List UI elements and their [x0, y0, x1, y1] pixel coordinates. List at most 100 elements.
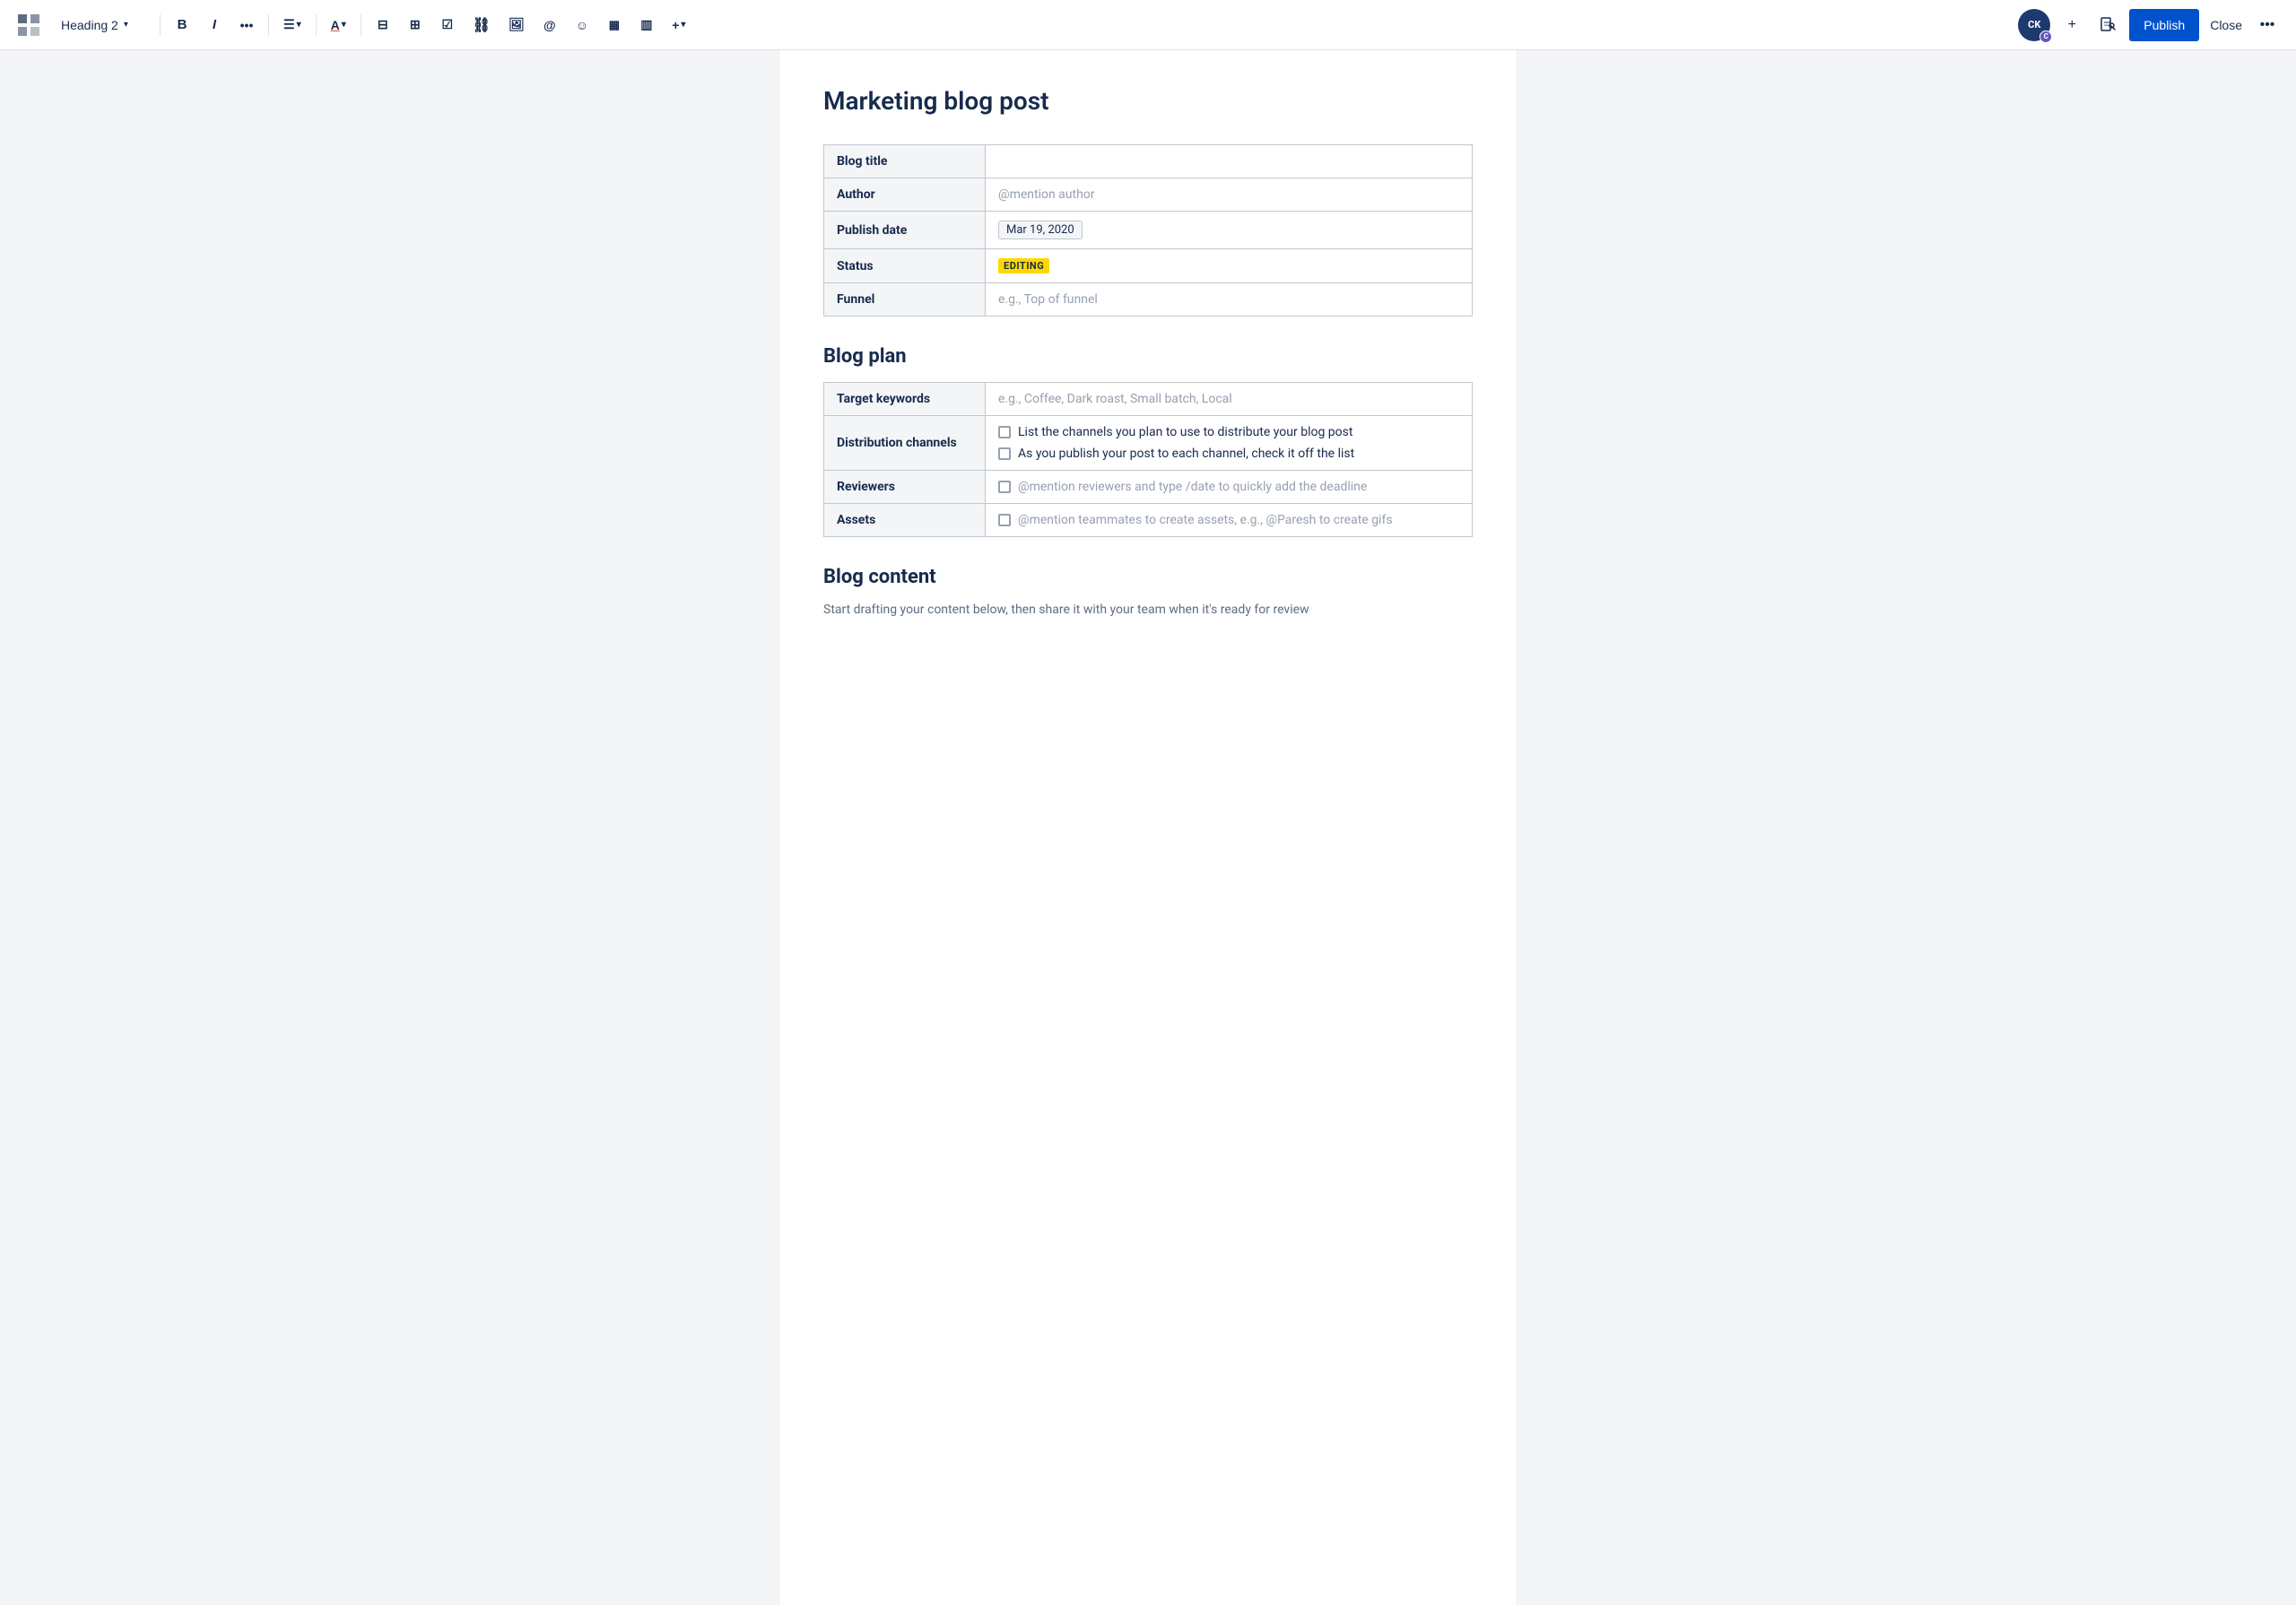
table-row: Funnel e.g., Top of funnel: [824, 283, 1473, 317]
color-icon: A: [331, 18, 340, 32]
checkbox-item: As you publish your post to each channel…: [998, 447, 1459, 461]
overflow-icon: •••: [2260, 17, 2275, 33]
task-list-button[interactable]: ☑: [433, 11, 462, 39]
align-button[interactable]: ☰ ▾: [276, 11, 309, 39]
table-value-publish-date[interactable]: Mar 19, 2020: [986, 212, 1473, 249]
table-label-reviewers: Reviewers: [824, 471, 986, 504]
checkbox-4[interactable]: [998, 514, 1011, 526]
plus-icon: +: [672, 18, 679, 32]
table-value-status[interactable]: EDITING: [986, 249, 1473, 283]
close-label: Close: [2210, 18, 2242, 32]
ellipsis-icon: •••: [240, 18, 254, 32]
date-pill[interactable]: Mar 19, 2020: [998, 221, 1083, 239]
toolbar-divider-1: [160, 14, 161, 36]
checkbox-item: @mention reviewers and type /date to qui…: [998, 480, 1459, 494]
table-row: Status EDITING: [824, 249, 1473, 283]
add-collaborator-button[interactable]: +: [2057, 11, 2086, 39]
layout-button[interactable]: ▥: [632, 11, 661, 39]
avatar-initials: CK: [2028, 19, 2040, 30]
table-value-author[interactable]: @mention author: [986, 178, 1473, 212]
table-row: Assets @mention teammates to create asse…: [824, 504, 1473, 537]
ordered-list-button[interactable]: ⊞: [401, 11, 430, 39]
toolbar-divider-3: [316, 14, 317, 36]
table-row: Distribution channels List the channels …: [824, 416, 1473, 471]
avatar-badge: C: [2039, 30, 2052, 43]
table-row: Author @mention author: [824, 178, 1473, 212]
blog-plan-heading: Blog plan: [823, 345, 1473, 368]
checkbox-label-3: @mention reviewers and type /date to qui…: [1018, 480, 1367, 494]
blog-content-heading: Blog content: [823, 566, 1473, 588]
status-badge[interactable]: EDITING: [998, 258, 1049, 273]
checkbox-item: List the channels you plan to use to dis…: [998, 425, 1459, 439]
mention-button[interactable]: @: [535, 11, 564, 39]
table-label-status: Status: [824, 249, 986, 283]
table-button[interactable]: ▦: [600, 11, 629, 39]
table-icon: ▦: [609, 18, 620, 32]
checkbox-3[interactable]: [998, 481, 1011, 493]
page-title: Marketing blog post: [823, 86, 1473, 116]
overflow-button[interactable]: •••: [2253, 11, 2282, 39]
color-button[interactable]: A ▾: [324, 11, 353, 39]
table-value-assets: @mention teammates to create assets, e.g…: [986, 504, 1473, 537]
table-label-target-keywords: Target keywords: [824, 383, 986, 416]
logo-icon[interactable]: [14, 11, 43, 39]
publish-label: Publish: [2144, 18, 2185, 32]
insert-button[interactable]: + ▾: [665, 11, 693, 39]
add-icon: +: [2068, 17, 2076, 33]
bullet-list-button[interactable]: ⊟: [369, 11, 397, 39]
table-label-assets: Assets: [824, 504, 986, 537]
insert-chevron-icon: ▾: [681, 20, 685, 30]
emoji-button[interactable]: ☺: [568, 11, 596, 39]
save-template-icon: [2100, 17, 2116, 33]
publish-button[interactable]: Publish: [2129, 9, 2199, 41]
toolbar-right: CK C + Publish Close: [2018, 9, 2282, 41]
page-content: Marketing blog post Blog title Author @m…: [780, 50, 1516, 1605]
align-icon: ☰: [283, 17, 295, 32]
table-value-distribution-channels: List the channels you plan to use to dis…: [986, 416, 1473, 471]
table-row: Target keywords e.g., Coffee, Dark roast…: [824, 383, 1473, 416]
checkbox-item: @mention teammates to create assets, e.g…: [998, 513, 1459, 527]
blog-plan-table: Target keywords e.g., Coffee, Dark roast…: [823, 382, 1473, 537]
image-icon: 🖼: [509, 17, 525, 32]
table-row: Blog title: [824, 145, 1473, 178]
mention-icon: @: [544, 18, 556, 32]
italic-button[interactable]: I: [200, 11, 229, 39]
table-label-author: Author: [824, 178, 986, 212]
align-chevron-icon: ▾: [297, 20, 301, 30]
bold-button[interactable]: B: [168, 11, 196, 39]
checkbox-label-4: @mention teammates to create assets, e.g…: [1018, 513, 1393, 527]
chevron-down-icon: ▾: [124, 20, 128, 30]
checkbox-2[interactable]: [998, 447, 1011, 460]
avatar[interactable]: CK C: [2018, 9, 2050, 41]
table-value-blog-title[interactable]: [986, 145, 1473, 178]
color-chevron-icon: ▾: [342, 20, 346, 30]
table-row: Publish date Mar 19, 2020: [824, 212, 1473, 249]
close-button[interactable]: Close: [2206, 11, 2246, 39]
heading-selector[interactable]: Heading 2 ▾: [54, 14, 152, 36]
task-list-icon: ☑: [441, 17, 453, 32]
image-button[interactable]: 🖼: [501, 11, 532, 39]
table-label-distribution-channels: Distribution channels: [824, 416, 986, 471]
bold-icon: B: [178, 17, 187, 32]
table-label-blog-title: Blog title: [824, 145, 986, 178]
heading-selector-label: Heading 2: [61, 18, 118, 32]
toolbar-divider-2: [268, 14, 269, 36]
template-button[interactable]: [2093, 11, 2122, 39]
checkbox-label-2: As you publish your post to each channel…: [1018, 447, 1354, 461]
checkbox-1[interactable]: [998, 426, 1011, 438]
table-value-target-keywords[interactable]: e.g., Coffee, Dark roast, Small batch, L…: [986, 383, 1473, 416]
link-icon: ⛓: [473, 16, 491, 34]
link-button[interactable]: ⛓: [465, 11, 498, 39]
table-value-reviewers: @mention reviewers and type /date to qui…: [986, 471, 1473, 504]
ordered-list-icon: ⊞: [410, 17, 421, 32]
table-row: Reviewers @mention reviewers and type /d…: [824, 471, 1473, 504]
table-label-publish-date: Publish date: [824, 212, 986, 249]
blog-content-description: Start drafting your content below, then …: [823, 603, 1473, 617]
info-table: Blog title Author @mention author Publis…: [823, 144, 1473, 317]
table-value-funnel[interactable]: e.g., Top of funnel: [986, 283, 1473, 317]
checkbox-label-1: List the channels you plan to use to dis…: [1018, 425, 1352, 439]
table-label-funnel: Funnel: [824, 283, 986, 317]
more-text-button[interactable]: •••: [232, 11, 261, 39]
toolbar: Heading 2 ▾ B I ••• ☰ ▾ A ▾ ⊟ ⊞ ☑ ⛓: [0, 0, 2296, 50]
bullet-list-icon: ⊟: [378, 17, 388, 32]
